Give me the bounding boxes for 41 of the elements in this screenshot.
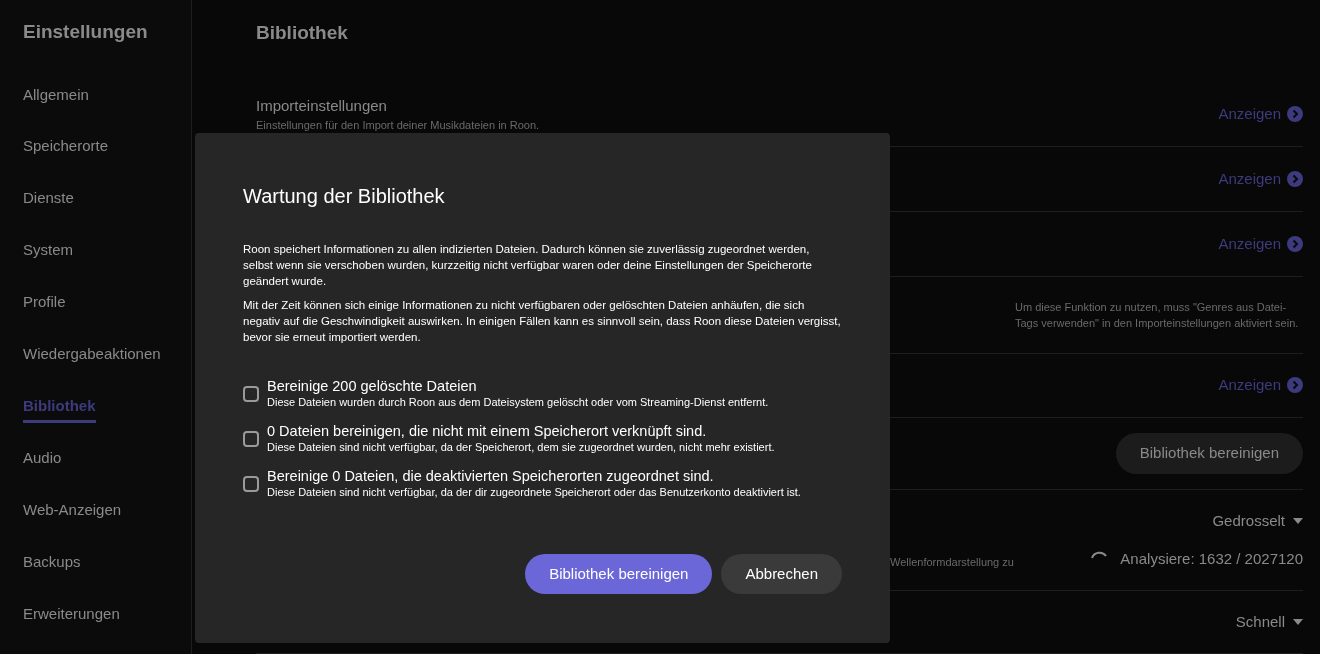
chevron-right-icon	[1287, 236, 1303, 253]
sidebar-item[interactable]: System	[23, 239, 73, 262]
setting-title: Importeinstellungen	[256, 95, 388, 116]
sidebar-item[interactable]: Speicherorte	[23, 135, 109, 158]
speed-dropdown[interactable]: Schnell	[1235, 610, 1303, 634]
dialog-title: Wartung der Bibliothek	[243, 184, 446, 209]
option-description: Diese Dateien wurden durch Roon aus dem Dateisystem gelöscht oder vom Streaming-Dienst entfernt.	[267, 395, 769, 410]
option-description: Diese Dateien sind nicht verfügbar, da der dir zugeordnete Speicherort oder das Benutzerkonto deaktiviert ist.	[267, 485, 801, 500]
cancel-button[interactable]: Abbrechen	[721, 554, 842, 594]
page-title: Bibliothek	[256, 21, 349, 45]
sidebar-item[interactable]: Audio	[23, 447, 62, 470]
caret-down-icon	[1293, 517, 1303, 524]
setting-description: Einstellungen für den Import deiner Musikdateien in Roon.	[256, 118, 540, 134]
speed-dropdown[interactable]: Gedrosselt	[1212, 509, 1303, 533]
option-description: Diese Dateien sind nicht verfügbar, da der Speicherort, dem sie zugeordnet wurden, nicht mehr existiert.	[267, 440, 775, 455]
sidebar-item[interactable]: Profile	[23, 291, 66, 314]
note-text: Um diese Funktion zu nutzen, muss "Genres aus Datei-Tags verwenden" in den Importeinstellungen aktiviert sein.	[1015, 299, 1300, 331]
chevron-right-icon	[1287, 106, 1303, 123]
sidebar-item[interactable]: Web-Anzeigen	[23, 499, 122, 522]
sidebar-item[interactable]: Allgemein	[23, 83, 89, 106]
clean-library-button[interactable]: Bibliothek bereinigen	[525, 554, 713, 594]
checkbox[interactable]	[243, 385, 259, 402]
caret-down-icon	[1293, 619, 1303, 626]
sidebar-item[interactable]: Erweiterungen	[23, 603, 120, 626]
sidebar-title: Einstellungen	[23, 20, 149, 44]
dialog-paragraph: Mit der Zeit können sich einige Informationen zu nicht verfügbaren oder gelöschten Dateien anhäufen, die sich negativ auf die Geschwindigkeit auswirken. In einigen Fällen kann es sinnvoll sein, dass Roon diese Dateien vergisst, bevor sie erneut importiert werden.	[243, 298, 842, 345]
checkbox[interactable]	[243, 430, 259, 447]
setting-description: Wellenformdarstellung zu	[890, 554, 1014, 570]
spinner-icon	[1090, 551, 1109, 560]
chevron-right-icon	[1287, 377, 1303, 394]
sidebar-item[interactable]: Wiedergabeaktionen	[23, 343, 161, 366]
dialog-paragraph: Roon speichert Informationen zu allen indizierten Dateien. Dadurch können sie zuverlässig zugeordnet werden, selbst wenn sie verschoben wurden, kurzzeitig nicht verfügbar waren oder deine Einstellungen der Speicherorte geändert wurde.	[243, 242, 813, 289]
chevron-right-icon	[1287, 171, 1303, 188]
sidebar-item[interactable]: Backups	[23, 551, 81, 574]
sidebar-item[interactable]: Dienste	[23, 187, 74, 210]
checkbox[interactable]	[243, 475, 259, 492]
clean-library-button[interactable]: Bibliothek bereinigen	[1115, 433, 1303, 474]
option-label: Bereinige 0 Dateien, die deaktivierten Speicherorten zugeordnet sind.	[267, 467, 715, 485]
option-label: Bereinige 200 gelöschte Dateien	[267, 377, 478, 395]
analysis-status: Analysiere: 1632 / 2027120	[1120, 549, 1303, 570]
option-label: 0 Dateien bereinigen, die nicht mit einem Speicherort verknüpft sind.	[267, 422, 708, 440]
